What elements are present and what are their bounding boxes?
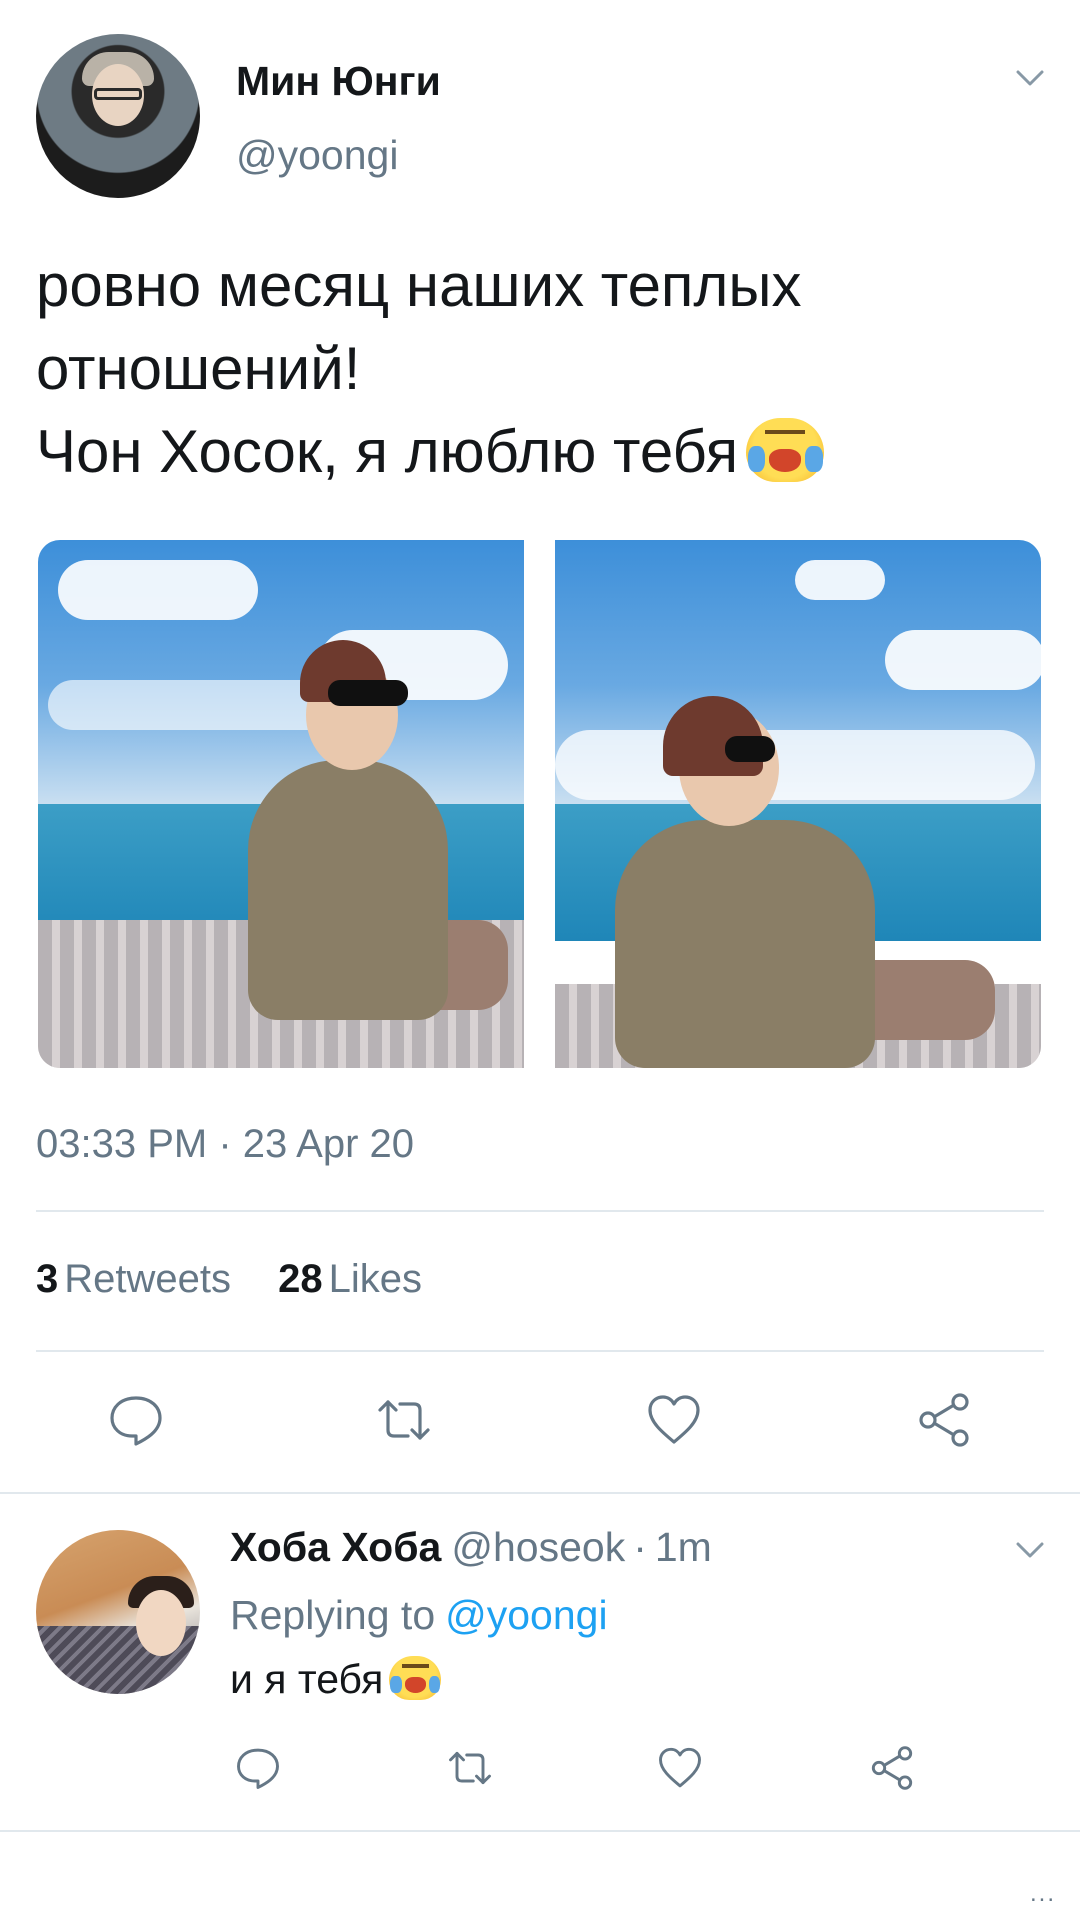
loudly-crying-face-icon <box>389 1656 442 1701</box>
divider <box>36 1350 1044 1352</box>
retweet-icon[interactable] <box>372 1388 436 1452</box>
retweet-icon[interactable] <box>444 1742 496 1794</box>
tweet-stats: 3 Retweets 28 Likes <box>36 1257 458 1302</box>
likes-stat[interactable]: 28 Likes <box>278 1257 422 1302</box>
chevron-down-icon[interactable] <box>1010 1530 1050 1570</box>
retweets-count: 3 <box>36 1257 59 1301</box>
replying-to-label: Replying to <box>230 1592 436 1638</box>
loudly-crying-face-icon <box>746 418 825 483</box>
like-icon[interactable] <box>654 1742 706 1794</box>
author-handle[interactable]: @yoongi <box>236 132 398 179</box>
tweet-timestamp: 03:33 PM · 23 Apr 20 <box>36 1122 415 1166</box>
reply-text-segment: и я тебя <box>230 1656 384 1702</box>
tweet-text-line: ровно месяц наших теплых <box>36 252 802 319</box>
reply-actions <box>0 1742 1080 1806</box>
avatar-glasses <box>94 88 142 100</box>
divider <box>36 1210 1044 1212</box>
author-avatar[interactable] <box>36 34 200 198</box>
separator-dot: · <box>633 1524 647 1570</box>
reply-author-avatar[interactable] <box>36 1530 200 1694</box>
tweet-actions <box>0 1388 1080 1452</box>
author-display-name[interactable]: Мин Юнги <box>236 58 441 105</box>
retweets-label: Retweets <box>64 1257 231 1301</box>
reply-icon[interactable] <box>232 1742 284 1794</box>
likes-count: 28 <box>278 1257 323 1301</box>
like-icon[interactable] <box>642 1388 706 1452</box>
avatar-face <box>136 1590 186 1656</box>
tweet-photo[interactable] <box>38 540 524 1068</box>
reply-author-display-name[interactable]: Хоба Хоба <box>230 1524 441 1570</box>
bottom-separator <box>0 1830 1080 1832</box>
chevron-down-icon[interactable] <box>1010 58 1050 98</box>
tweet-photo[interactable] <box>555 540 1041 1068</box>
reply-text: и я тебя <box>230 1656 442 1704</box>
tweet-text-line: Чон Хосок, я люблю тебя <box>36 410 1036 493</box>
reply-time: 1m <box>654 1524 712 1570</box>
share-icon[interactable] <box>912 1388 976 1452</box>
replying-to-mention[interactable]: @yoongi <box>445 1592 607 1638</box>
retweets-stat[interactable]: 3 Retweets <box>36 1257 231 1302</box>
tweet-text: ровно месяц наших теплых отношений! Чон … <box>36 244 1036 493</box>
reply-header: Хоба Хоба @hoseok · 1m <box>230 1524 712 1571</box>
tweet-text-line: отношений! <box>36 335 361 402</box>
reply-author-handle[interactable]: @hoseok <box>451 1524 625 1570</box>
likes-label: Likes <box>328 1257 423 1301</box>
thread-separator <box>0 1492 1080 1494</box>
reply-icon[interactable] <box>104 1388 168 1452</box>
tweet-text-segment: Чон Хосок, я люблю тебя <box>36 418 739 485</box>
main-tweet: Мин Юнги @yoongi ровно месяц наших теплы… <box>0 0 1080 1490</box>
share-icon[interactable] <box>866 1742 918 1794</box>
more-indicator: ... <box>1030 1880 1057 1907</box>
replying-to: Replying to @yoongi <box>230 1592 608 1639</box>
